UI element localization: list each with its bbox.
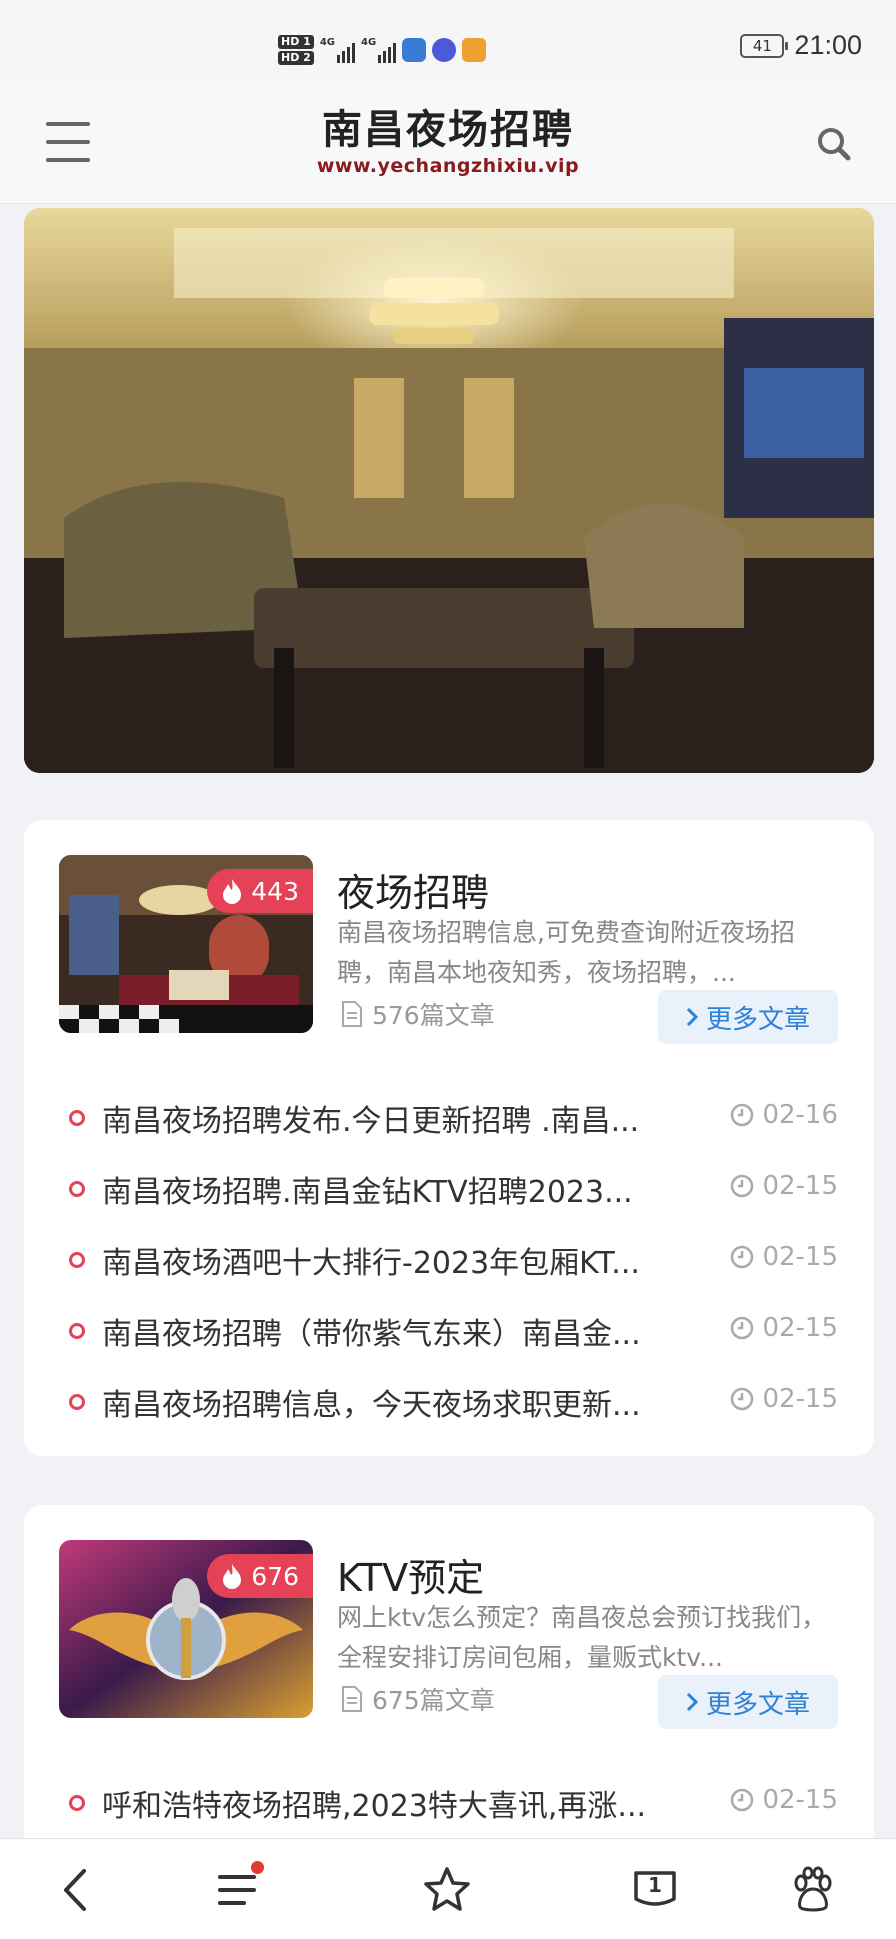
heat-badge: 443 [207, 869, 313, 913]
bullet-icon [69, 1394, 85, 1410]
signal2-label: 4G [361, 37, 377, 48]
article-count: 576篇文章 [340, 996, 495, 1032]
article-date: 02-15 [730, 1785, 838, 1815]
menu-list-button[interactable] [214, 1861, 264, 1915]
article-title[interactable]: 南昌夜场招聘.南昌金钻KTV招聘2023... [102, 1167, 692, 1211]
video-play-icon [462, 38, 487, 62]
site-title: 南昌夜场招聘 [322, 107, 574, 153]
tabs-count: 1 [648, 1873, 662, 1897]
category-description: 网上ktv怎么预定？南昌夜总会预订找我们，全程安排订房间包厢，量贩式ktv... [337, 1603, 827, 1672]
article-date: 02-15 [730, 1242, 838, 1272]
document-icon [342, 1686, 362, 1712]
article-count: 675篇文章 [340, 1681, 495, 1717]
clock-icon [731, 1174, 754, 1198]
clock-icon [731, 1103, 754, 1127]
article-date: 02-15 [730, 1384, 838, 1414]
clock: 21:00 [794, 30, 862, 60]
article-date-label: 02-16 [762, 1100, 838, 1130]
list-item[interactable]: 南昌夜场招聘信息，今天夜场求职更新... 02-15 [24, 1366, 874, 1437]
baidu-paw-icon [794, 1866, 832, 1912]
bullet-icon [69, 1252, 85, 1268]
article-title[interactable]: 南昌夜场招聘发布.今日更新招聘 .南昌... [102, 1096, 692, 1140]
more-articles-label: 更多文章 [705, 1004, 810, 1035]
clock-icon [731, 1387, 754, 1411]
article-count-label: 576篇文章 [372, 1001, 495, 1030]
notification-dot [251, 1861, 264, 1874]
category-description: 南昌夜场招聘信息,可免费查询附近夜场招聘，南昌本地夜知秀，夜场招聘，... [337, 918, 795, 987]
chevron-right-icon [686, 1692, 698, 1712]
baidu-button[interactable] [788, 1865, 838, 1915]
article-title[interactable]: 呼和浩特夜场招聘,2023特大喜讯,再涨... [102, 1781, 692, 1825]
bullet-icon [69, 1110, 85, 1126]
list-item[interactable]: 南昌夜场招聘.南昌金钻KTV招聘2023... 02-15 [24, 1153, 874, 1224]
article-date-label: 02-15 [762, 1242, 838, 1272]
status-bar: HD 1 HD 2 4G 4G 41 21:00 [0, 0, 896, 82]
bookmark-button[interactable] [422, 1865, 472, 1915]
hd2-badge: HD 2 [278, 51, 314, 65]
heat-badge: 676 [207, 1554, 313, 1598]
bullet-icon [69, 1181, 85, 1197]
category-card-recruitment: 443 夜场招聘 南昌夜场招聘信息,可免费查询附近夜场招聘，南昌本地夜知秀，夜场… [24, 820, 874, 1456]
hd1-badge: HD 1 [278, 35, 314, 49]
category-thumbnail[interactable]: 443 [59, 855, 313, 1033]
bullet-icon [69, 1795, 85, 1811]
category-title[interactable]: KTV预定 [337, 1547, 484, 1602]
ktv-room-illustration [24, 208, 874, 773]
list-item[interactable]: 呼和浩特夜场招聘,2023特大喜讯,再涨... 02-15 [24, 1767, 874, 1838]
clock-icon [731, 1788, 754, 1812]
search-icon [818, 128, 851, 161]
status-right: 41 21:00 [740, 30, 862, 61]
browser-bottom-bar: 1 [0, 1838, 896, 1939]
tabs-button[interactable]: 1 [630, 1865, 680, 1915]
document-icon [342, 1001, 362, 1027]
clock-icon [731, 1316, 754, 1340]
heat-count: 676 [251, 1561, 299, 1591]
status-icons: HD 1 HD 2 4G 4G [278, 26, 487, 74]
more-articles-label: 更多文章 [705, 1689, 810, 1720]
article-list: 呼和浩特夜场招聘,2023特大喜讯,再涨... 02-15 [24, 1767, 874, 1838]
signal1-icon: 4G [320, 37, 355, 63]
bullet-icon [69, 1323, 85, 1339]
article-date-label: 02-15 [762, 1384, 838, 1414]
signal1-label: 4G [319, 37, 335, 48]
article-title[interactable]: 南昌夜场酒吧十大排行-2023年包厢KT... [102, 1238, 692, 1282]
flame-icon [223, 879, 242, 904]
hd-indicators: HD 1 HD 2 [278, 35, 314, 65]
more-articles-button[interactable]: 更多文章 [658, 1675, 838, 1729]
site-url: www.yechangzhixiu.vip [316, 155, 580, 177]
more-articles-button[interactable]: 更多文章 [658, 990, 838, 1044]
article-list: 南昌夜场招聘发布.今日更新招聘 .南昌... 02-16 南昌夜场招聘.南昌金钻… [24, 1082, 874, 1437]
chevron-right-icon [686, 1007, 698, 1027]
article-date: 02-15 [730, 1171, 838, 1201]
article-date: 02-16 [730, 1100, 838, 1130]
article-date: 02-15 [730, 1313, 838, 1343]
baidu-paw-icon [402, 38, 427, 62]
chevron-left-icon [64, 1869, 86, 1911]
back-button[interactable] [52, 1865, 102, 1915]
article-date-label: 02-15 [762, 1785, 838, 1815]
article-date-label: 02-15 [762, 1171, 838, 1201]
list-item[interactable]: 南昌夜场招聘发布.今日更新招聘 .南昌... 02-16 [24, 1082, 874, 1153]
article-title[interactable]: 南昌夜场招聘（带你紫气东来）南昌金... [102, 1309, 692, 1353]
category-title[interactable]: 夜场招聘 [337, 862, 489, 917]
music-icon [432, 38, 457, 62]
category-thumbnail[interactable]: 676 [59, 1540, 313, 1718]
flame-icon [223, 1564, 242, 1589]
site-logo[interactable]: 南昌夜场招聘 www.yechangzhixiu.vip [0, 106, 896, 178]
heat-count: 443 [251, 876, 299, 906]
site-header: 南昌夜场招聘 www.yechangzhixiu.vip [0, 82, 896, 204]
article-title[interactable]: 南昌夜场招聘信息，今天夜场求职更新... [102, 1380, 692, 1424]
signal2-icon: 4G [361, 37, 397, 63]
article-date-label: 02-15 [762, 1313, 838, 1343]
clock-icon [731, 1245, 754, 1269]
hero-banner-image[interactable] [24, 208, 874, 773]
star-icon [424, 1867, 470, 1911]
search-button[interactable] [816, 126, 852, 162]
list-item[interactable]: 南昌夜场酒吧十大排行-2023年包厢KT... 02-15 [24, 1224, 874, 1295]
article-count-label: 675篇文章 [372, 1686, 495, 1715]
list-item[interactable]: 南昌夜场招聘（带你紫气东来）南昌金... 02-15 [24, 1295, 874, 1366]
battery-icon: 41 [740, 33, 789, 58]
